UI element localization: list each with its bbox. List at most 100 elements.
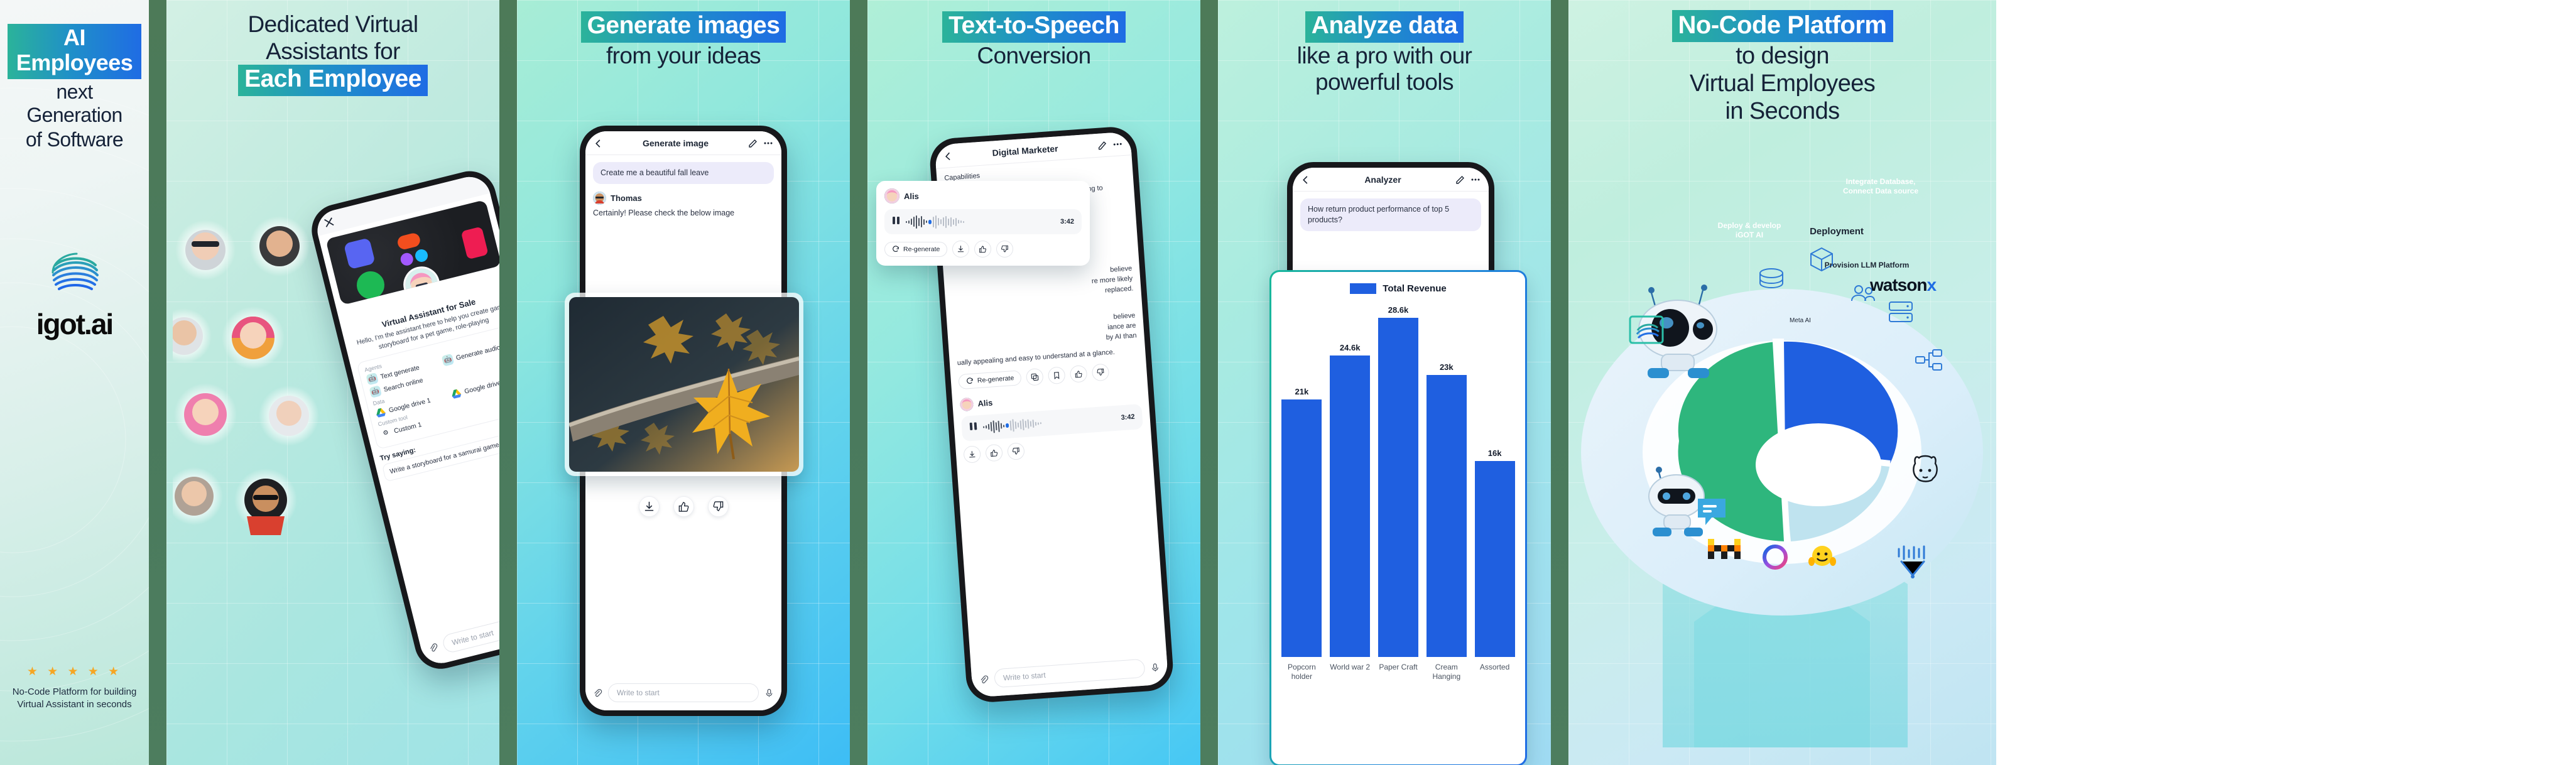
app-bar: Generate image (585, 131, 781, 155)
avatar (593, 191, 606, 205)
speaker-header: Alis (884, 188, 1082, 203)
segment-label-deploy: Deploy & develop iGOT AI (1717, 221, 1781, 239)
headline-line-1: next Generation (26, 80, 122, 126)
copy-icon[interactable] (1026, 367, 1045, 386)
audio-duration: 3:42 (1060, 218, 1074, 225)
thumbs-up-icon[interactable] (974, 241, 992, 258)
back-chevron-icon[interactable] (594, 139, 603, 148)
thumbs-up-icon[interactable] (1070, 364, 1088, 383)
bar (1474, 461, 1515, 657)
composer: Write to start (970, 651, 1169, 698)
panel-no-code-platform: No-Code Platform to design Virtual Emplo… (1568, 0, 1996, 765)
back-chevron-icon[interactable] (1301, 175, 1310, 185)
chart-legend: Total Revenue (1280, 283, 1516, 294)
edit-icon[interactable] (1455, 175, 1465, 185)
watsonx-x: x (1927, 275, 1937, 295)
assistant-avatar (399, 263, 444, 305)
bar-value-label: 24.6k (1339, 343, 1361, 352)
google-drive-icon (374, 406, 388, 420)
avatar (959, 397, 974, 411)
app-bar-title: Digital Marketer (992, 143, 1059, 158)
figma-app-tile (396, 232, 422, 251)
attachment-icon[interactable] (428, 642, 439, 653)
bar-column: 16k (1473, 305, 1516, 657)
speaker-name: Alis (977, 398, 993, 408)
floating-audio-card: Alis 3:42 Re-generate (876, 181, 1090, 266)
back-chevron-icon[interactable] (943, 151, 953, 161)
headline-line-1: to design (1736, 43, 1829, 69)
headline-highlight: Analyze data (1305, 11, 1464, 43)
headline-line-2: of Software (25, 127, 124, 151)
composer: Write to start (418, 592, 499, 668)
segment-label-provision: Provision LLM Platform (1824, 261, 1910, 269)
thumbs-down-icon[interactable] (1091, 363, 1110, 381)
bookmark-icon[interactable] (1048, 366, 1066, 384)
spotify-app-tile (354, 268, 388, 302)
app-bar-title: Analyzer (1364, 175, 1401, 185)
thumbs-down-icon[interactable] (707, 496, 729, 517)
headline-line-1: from your ideas (606, 42, 761, 68)
message-input[interactable]: Write to start (994, 658, 1146, 688)
headline-line-1: like a pro with our (1296, 42, 1472, 68)
message-input[interactable]: Write to start (608, 683, 759, 702)
more-options-icon[interactable] (1470, 175, 1481, 185)
sender-name: Thomas (611, 193, 642, 203)
more-options-icon[interactable] (1112, 139, 1123, 149)
headline-line-3: in Seconds (1725, 98, 1840, 125)
generated-image-card (565, 293, 803, 476)
server-icon (1889, 301, 1913, 322)
edit-icon[interactable] (1097, 140, 1108, 151)
llama-logo-icon (1913, 455, 1938, 482)
more-options-icon[interactable] (763, 138, 773, 148)
edit-icon[interactable] (748, 138, 758, 148)
user-message-bubble: Create me a beautiful fall leave (593, 162, 774, 184)
chart-x-axis-labels: Popcorn holder World war 2 Paper Craft C… (1280, 663, 1516, 681)
headline-line-2: Virtual Employees (1689, 70, 1876, 97)
attachment-icon[interactable] (979, 675, 989, 685)
audio-waveform[interactable] (906, 215, 1055, 229)
message-input[interactable]: Write to start (441, 604, 499, 654)
speaker-name: Alis (904, 191, 919, 201)
segment-label-integrate: Integrate Database, Connect Data source (1842, 177, 1919, 195)
pause-icon[interactable] (892, 216, 900, 228)
microphone-icon[interactable] (1150, 662, 1160, 672)
watsonx-wordmark: watsonx (1870, 275, 1937, 295)
bar-plot: 21k 24.6k 28.6k 23k 16k (1280, 305, 1516, 657)
microphone-icon[interactable] (764, 688, 774, 698)
thumbs-down-icon[interactable] (996, 241, 1014, 258)
regenerate-button[interactable]: Re-generate (884, 241, 948, 257)
download-icon[interactable] (963, 445, 982, 464)
panel-divider-3 (850, 0, 867, 765)
bar-column: 21k (1280, 305, 1323, 657)
panel-analyze-data: Analyze data like a pro with our powerfu… (1218, 0, 1551, 765)
download-icon[interactable] (638, 496, 660, 517)
bar-value-label: 21k (1295, 387, 1309, 396)
headline-line-1: Conversion (977, 42, 1091, 68)
app-bar-title: Generate image (642, 138, 709, 148)
image-action-row (517, 496, 850, 517)
pause-icon[interactable] (969, 422, 978, 435)
audio-action-row: Re-generate (884, 241, 1082, 258)
thumbs-up-icon[interactable] (985, 443, 1003, 462)
panel-divider-2 (499, 0, 517, 765)
audio-waveform[interactable] (982, 411, 1116, 435)
regenerate-button[interactable]: Re-generate (958, 370, 1023, 390)
bar (1330, 355, 1371, 657)
headline-highlight: No-Code Platform (1671, 10, 1893, 42)
thumbs-down-icon[interactable] (1007, 442, 1025, 460)
download-icon[interactable] (952, 241, 970, 258)
robot-icon: 🤖 (441, 354, 455, 367)
attachment-icon[interactable] (593, 688, 602, 698)
headline-highlight: Generate images (580, 11, 786, 43)
hugging-face-icon (1808, 546, 1836, 566)
meta-ai-label: Meta AI (1790, 317, 1811, 324)
partial-text-right: believe re more likely replaced. believe… (951, 263, 1137, 353)
panel2-headline: Dedicated Virtual Assistants for Each Em… (166, 0, 499, 96)
panel-virtual-assistants: Dedicated Virtual Assistants for Each Em… (166, 0, 499, 765)
brand-wordmark: igot.ai (36, 308, 114, 340)
panel4-headline: Text-to-Speech Conversion (867, 0, 1200, 69)
refresh-icon (967, 377, 973, 384)
google-drive-icon (450, 388, 463, 401)
figma-blue-tile (413, 247, 430, 264)
thumbs-up-icon[interactable] (673, 496, 694, 517)
